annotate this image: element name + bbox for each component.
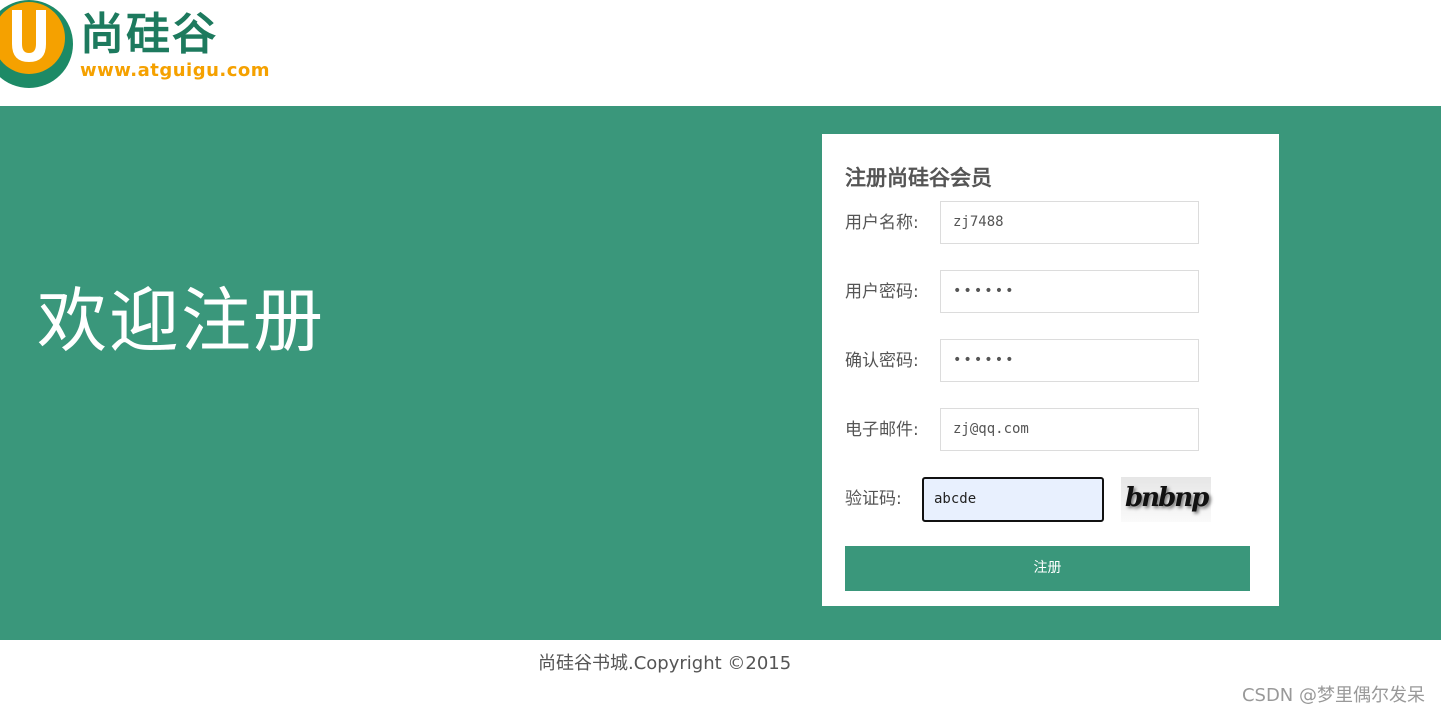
welcome-heading: 欢迎注册 bbox=[37, 280, 325, 362]
password-label: 用户密码: bbox=[845, 282, 919, 302]
header: 尚硅谷 www.atguigu.com bbox=[0, 0, 1441, 106]
password-row: 用户密码: •••••• bbox=[845, 270, 1265, 316]
password-input[interactable]: •••••• bbox=[940, 270, 1199, 313]
email-row: 电子邮件: zj@qq.com bbox=[845, 408, 1265, 454]
form-title: 注册尚硅谷会员 bbox=[845, 166, 992, 190]
banner: 欢迎注册 注册尚硅谷会员 用户名称: zj7488 用户密码: •••••• 确… bbox=[0, 106, 1441, 640]
register-button[interactable]: 注册 bbox=[845, 546, 1250, 591]
logo-text: 尚硅谷 bbox=[80, 9, 218, 60]
confirm-password-input[interactable]: •••••• bbox=[940, 339, 1199, 382]
email-input[interactable]: zj@qq.com bbox=[940, 408, 1199, 451]
logo[interactable]: 尚硅谷 www.atguigu.com bbox=[0, 0, 270, 100]
username-input[interactable]: zj7488 bbox=[940, 201, 1199, 244]
confirm-password-label: 确认密码: bbox=[845, 351, 919, 371]
email-label: 电子邮件: bbox=[845, 420, 919, 440]
captcha-image-text: bnbnp bbox=[1125, 483, 1209, 513]
username-label: 用户名称: bbox=[845, 213, 919, 233]
captcha-row: 验证码: abcde bnbnp bbox=[845, 477, 1265, 523]
captcha-label: 验证码: bbox=[845, 489, 902, 509]
csdn-watermark: CSDN @梦里偶尔发呆 bbox=[1241, 685, 1425, 706]
logo-url: www.atguigu.com bbox=[80, 60, 271, 81]
logo-u-icon bbox=[0, 0, 73, 88]
captcha-input[interactable]: abcde bbox=[922, 477, 1104, 522]
captcha-image[interactable]: bnbnp bbox=[1121, 477, 1211, 522]
username-row: 用户名称: zj7488 bbox=[845, 201, 1265, 247]
confirm-password-row: 确认密码: •••••• bbox=[845, 339, 1265, 385]
register-form: 注册尚硅谷会员 用户名称: zj7488 用户密码: •••••• 确认密码: … bbox=[822, 134, 1279, 606]
footer-copyright: 尚硅谷书城.Copyright ©2015 bbox=[538, 653, 792, 674]
